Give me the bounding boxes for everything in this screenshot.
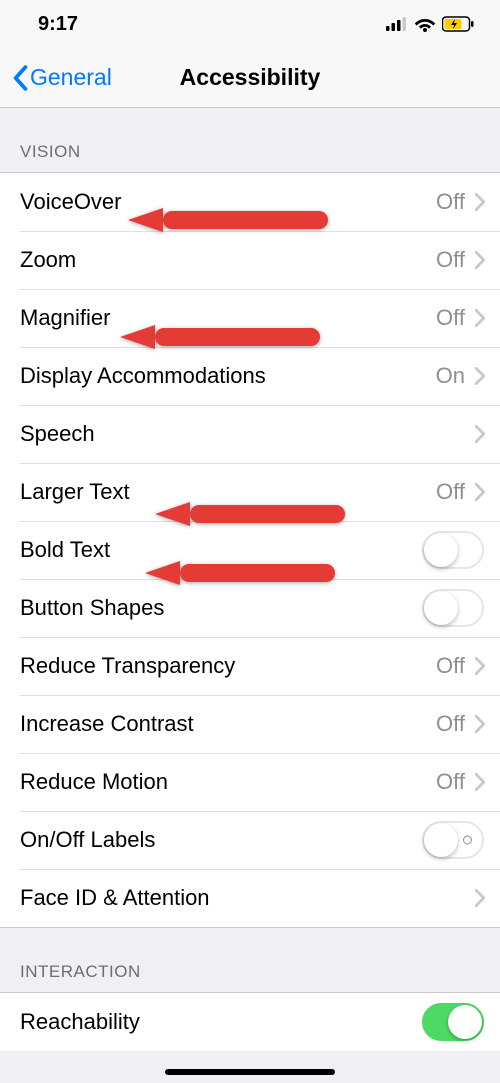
row-label-increase-contrast: Increase Contrast [20,711,436,737]
row-button-shapes[interactable]: Button Shapes [0,579,500,637]
nav-bar: General Accessibility [0,48,500,108]
wifi-icon [414,16,436,32]
row-on-off-labels[interactable]: On/Off Labels [0,811,500,869]
row-increase-contrast[interactable]: Increase Contrast Off [0,695,500,753]
toggle-on-off-labels[interactable] [422,821,484,859]
row-label-button-shapes: Button Shapes [20,595,422,621]
row-reachability[interactable]: Reachability [0,993,500,1051]
row-label-speech: Speech [20,421,475,447]
row-label-reduce-transparency: Reduce Transparency [20,653,436,679]
section-header-vision: VISION [0,108,500,172]
back-button[interactable]: General [12,64,112,91]
status-bar: 9:17 [0,0,500,48]
chevron-right-icon [475,309,486,327]
row-label-on-off-labels: On/Off Labels [20,827,422,853]
status-time: 9:17 [38,13,78,36]
row-label-face-id-attention: Face ID & Attention [20,885,475,911]
row-value-voiceover: Off [436,189,465,215]
row-label-bold-text: Bold Text [20,537,422,563]
chevron-right-icon [475,193,486,211]
row-reduce-motion[interactable]: Reduce Motion Off [0,753,500,811]
row-value-reduce-motion: Off [436,769,465,795]
row-voiceover[interactable]: VoiceOver Off [0,173,500,231]
row-value-increase-contrast: Off [436,711,465,737]
chevron-right-icon [475,773,486,791]
toggle-reachability[interactable] [422,1003,484,1041]
interaction-row-group: Reachability [0,992,500,1051]
row-label-larger-text: Larger Text [20,479,436,505]
cellular-icon [386,17,408,31]
row-value-larger-text: Off [436,479,465,505]
toggle-bold-text[interactable] [422,531,484,569]
chevron-right-icon [475,889,486,907]
vision-row-group: VoiceOver Off Zoom Off Magnifier Off Dis… [0,172,500,928]
row-face-id-attention[interactable]: Face ID & Attention [0,869,500,927]
row-label-display-accommodations: Display Accommodations [20,363,436,389]
chevron-left-icon [12,65,28,91]
row-label-magnifier: Magnifier [20,305,436,331]
chevron-right-icon [475,367,486,385]
row-magnifier[interactable]: Magnifier Off [0,289,500,347]
row-label-voiceover: VoiceOver [20,189,436,215]
row-larger-text[interactable]: Larger Text Off [0,463,500,521]
row-bold-text[interactable]: Bold Text [0,521,500,579]
row-value-magnifier: Off [436,305,465,331]
chevron-right-icon [475,715,486,733]
row-reduce-transparency[interactable]: Reduce Transparency Off [0,637,500,695]
chevron-right-icon [475,425,486,443]
row-value-reduce-transparency: Off [436,653,465,679]
row-speech[interactable]: Speech [0,405,500,463]
home-indicator [165,1069,335,1075]
chevron-right-icon [475,657,486,675]
chevron-right-icon [475,483,486,501]
row-value-zoom: Off [436,247,465,273]
toggle-button-shapes[interactable] [422,589,484,627]
battery-charging-icon [442,16,474,32]
status-right [386,16,474,32]
row-value-display-accommodations: On [436,363,465,389]
back-label: General [30,64,112,91]
section-header-interaction: INTERACTION [0,928,500,992]
row-zoom[interactable]: Zoom Off [0,231,500,289]
row-display-accommodations[interactable]: Display Accommodations On [0,347,500,405]
row-label-reachability: Reachability [20,1009,422,1035]
row-label-zoom: Zoom [20,247,436,273]
row-label-reduce-motion: Reduce Motion [20,769,436,795]
chevron-right-icon [475,251,486,269]
